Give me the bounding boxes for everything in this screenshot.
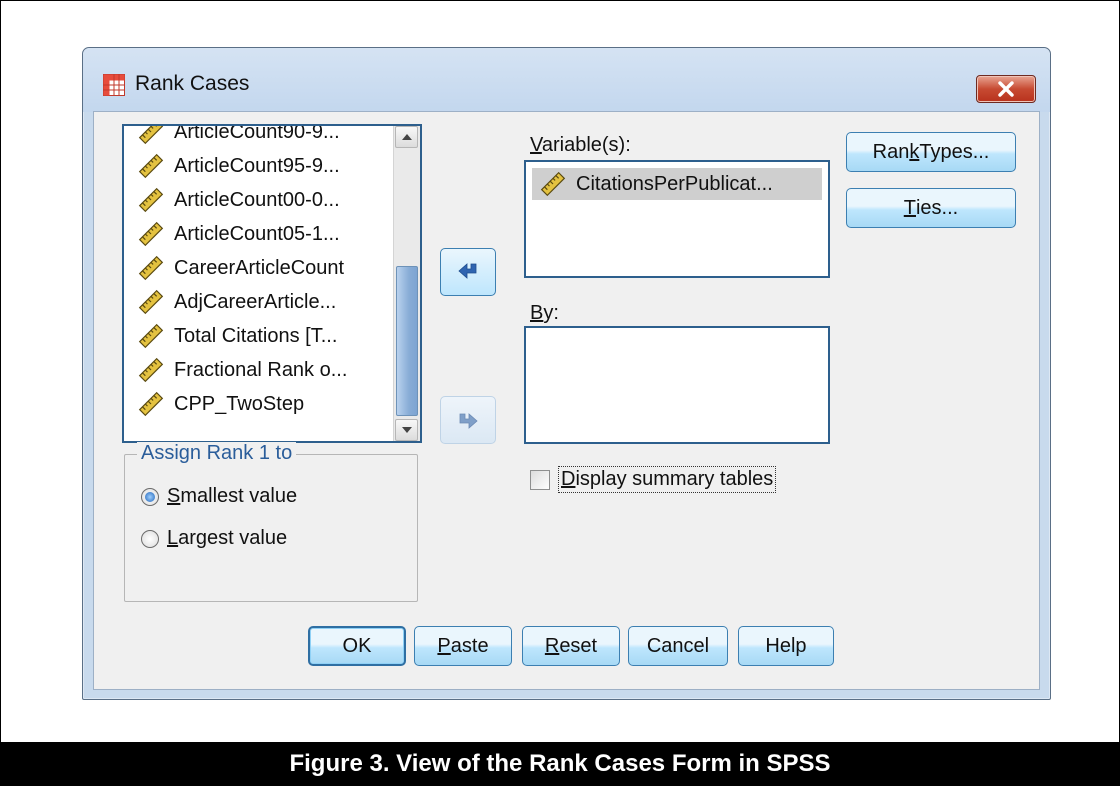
- ties-button[interactable]: Ties...: [846, 188, 1016, 228]
- rank-cases-dialog: Rank Cases CPP_TwoStep Fractional Rank o.…: [82, 47, 1051, 700]
- window-title: Rank Cases: [135, 72, 250, 95]
- ruler-scale-icon: [138, 187, 164, 213]
- list-item[interactable]: Total Citations [T...: [138, 320, 337, 352]
- list-item-label: CPP_TwoStep: [174, 392, 305, 415]
- radio-label: Largest value: [167, 527, 288, 549]
- rank-types-button[interactable]: Ran k Types...: [846, 132, 1016, 172]
- radio-largest-value[interactable]: Largest value: [141, 527, 287, 550]
- display-summary-checkbox-row[interactable]: Display summary tables: [530, 466, 777, 493]
- list-scrollbar[interactable]: [393, 126, 420, 441]
- title-bar[interactable]: Rank Cases: [83, 48, 1050, 112]
- list-item[interactable]: CPP_TwoStep: [138, 388, 304, 420]
- list-item[interactable]: AdjCareerArticle...: [138, 286, 336, 318]
- scroll-up-button[interactable]: [395, 126, 418, 148]
- list-item-label: ArticleCount95-9...: [174, 154, 340, 177]
- checkbox-label: Display summary tables: [558, 466, 777, 493]
- ruler-scale-icon: [138, 323, 164, 349]
- dialog-client-area: CPP_TwoStep Fractional Rank o... Total Cit…: [93, 111, 1040, 690]
- list-item[interactable]: ArticleCount95-9...: [138, 150, 340, 182]
- scroll-down-button[interactable]: [395, 419, 418, 441]
- move-to-variables-button[interactable]: [440, 248, 496, 296]
- list-item-selected[interactable]: CitationsPerPublicat...: [532, 168, 822, 200]
- list-item-label: Fractional Rank o...: [174, 358, 348, 381]
- ruler-scale-icon: [138, 221, 164, 247]
- radio-smallest-value[interactable]: Smallest value: [141, 485, 297, 508]
- triangle-down-icon: [401, 427, 412, 433]
- list-item[interactable]: ArticleCount90-9...: [138, 124, 340, 148]
- help-button[interactable]: Help: [738, 626, 834, 666]
- list-item[interactable]: ArticleCount00-0...: [138, 184, 340, 216]
- list-item-label: AdjCareerArticle...: [174, 290, 337, 313]
- paste-button[interactable]: Paste: [414, 626, 512, 666]
- data-table-icon: [103, 74, 125, 96]
- arrow-left-icon: [458, 263, 477, 279]
- list-item-label: ArticleCount00-0...: [174, 188, 340, 211]
- reset-button[interactable]: Reset: [522, 626, 620, 666]
- list-item-label: CareerArticleCount: [174, 256, 345, 279]
- variables-label: Variable(s):: [530, 134, 631, 156]
- by-label: By:: [530, 302, 559, 324]
- figure-caption: Figure 3. View of the Rank Cases Form in…: [1, 742, 1119, 786]
- list-item[interactable]: CareerArticleCount: [138, 252, 344, 284]
- triangle-up-icon: [401, 134, 412, 140]
- ruler-scale-icon: [138, 391, 164, 417]
- source-variable-list[interactable]: CPP_TwoStep Fractional Rank o... Total Cit…: [122, 124, 422, 443]
- move-to-by-button[interactable]: [440, 396, 496, 444]
- list-item[interactable]: Fractional Rank o...: [138, 354, 347, 386]
- list-item-label: ArticleCount90-9...: [174, 124, 340, 143]
- assign-rank-group: Assign Rank 1 to Smallest value Largest …: [124, 442, 418, 602]
- list-item-label: Total Citations [T...: [174, 324, 338, 347]
- ruler-scale-icon: [540, 171, 566, 197]
- group-title: Assign Rank 1 to: [137, 442, 297, 465]
- ruler-scale-icon: [138, 357, 164, 383]
- cancel-button[interactable]: Cancel: [628, 626, 728, 666]
- radio-label: Smallest value: [167, 485, 298, 507]
- close-icon: [998, 81, 1014, 97]
- close-button[interactable]: [976, 75, 1036, 103]
- ruler-scale-icon: [138, 126, 164, 145]
- radio-button[interactable]: [141, 529, 159, 548]
- list-item[interactable]: ArticleCount05-1...: [138, 218, 340, 250]
- scroll-thumb[interactable]: [396, 266, 418, 416]
- ruler-scale-icon: [138, 289, 164, 315]
- radio-button-selected[interactable]: [141, 487, 159, 506]
- ruler-scale-icon: [138, 255, 164, 281]
- display-summary-checkbox[interactable]: [530, 469, 550, 490]
- list-item-label: ArticleCount05-1...: [174, 222, 340, 245]
- variables-target-list[interactable]: CitationsPerPublicat...: [524, 160, 830, 278]
- ok-button[interactable]: OK: [308, 626, 406, 666]
- arrow-right-icon: [459, 413, 478, 429]
- ruler-scale-icon: [138, 153, 164, 179]
- by-target-list[interactable]: [524, 326, 830, 444]
